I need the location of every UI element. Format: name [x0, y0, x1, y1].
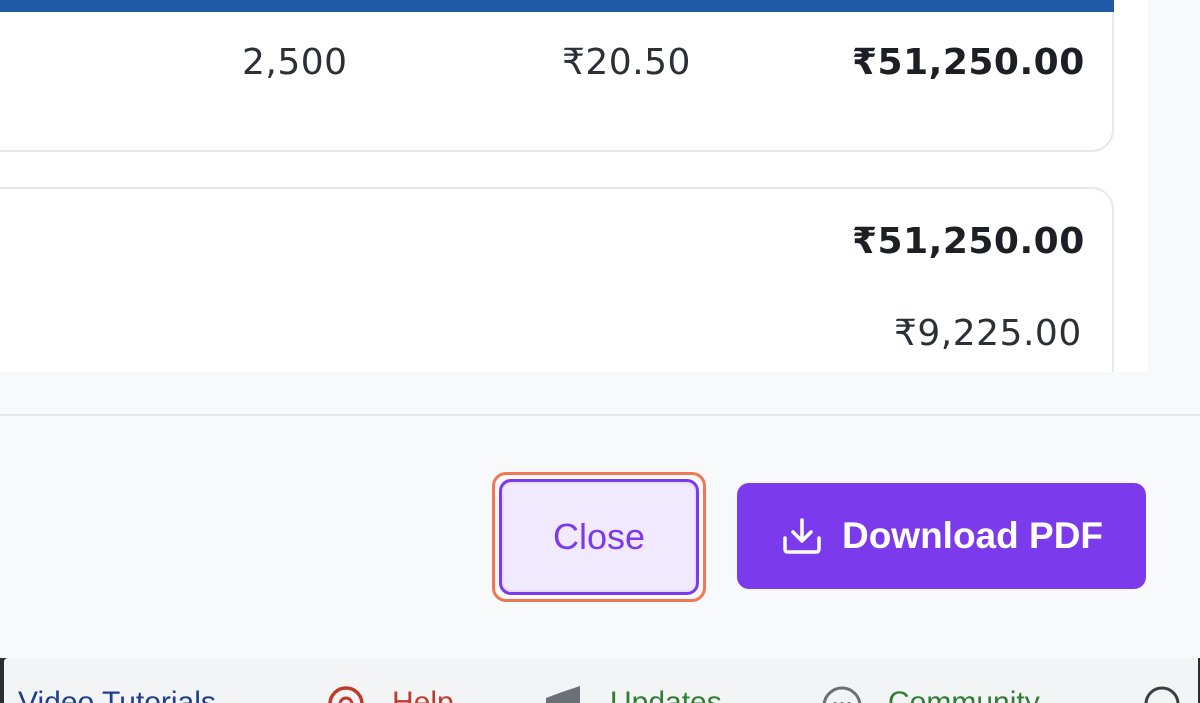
- community-icon: [822, 686, 862, 703]
- help-link[interactable]: Help: [392, 686, 454, 703]
- invoice-preview-scroll-area[interactable]: 2,500 ₹20.50 ₹51,250.00 ₹51,250.00 ₹9,22…: [0, 0, 1148, 372]
- video-tutorials-link[interactable]: Video Tutorials: [18, 686, 216, 703]
- invoice-modal: 2,500 ₹20.50 ₹51,250.00 ₹51,250.00 ₹9,22…: [0, 0, 1200, 703]
- line-item-amount: ₹51,250.00: [852, 42, 1085, 83]
- scrollbar-gutter: [1148, 0, 1200, 415]
- line-item-quantity: 2,500: [242, 42, 348, 83]
- table-header-bar: [0, 0, 1114, 12]
- summary-subtotal: ₹51,250.00: [852, 221, 1085, 262]
- line-item-rate: ₹20.50: [562, 42, 691, 83]
- bottom-help-bar-inner: Video Tutorials Help Updates Community: [4, 658, 1198, 703]
- bottom-help-bar: Video Tutorials Help Updates Community: [0, 658, 1200, 703]
- download-icon: [783, 518, 821, 554]
- close-button-label: Close: [552, 516, 646, 557]
- close-button-focus-ring: Close: [492, 472, 706, 602]
- help-icon: [328, 686, 364, 703]
- megaphone-icon: [546, 686, 580, 703]
- updates-link[interactable]: Updates: [610, 686, 722, 703]
- summary-tax: ₹9,225.00: [894, 313, 1082, 354]
- download-pdf-button[interactable]: Download PDF: [737, 483, 1146, 589]
- community-link[interactable]: Community: [888, 686, 1040, 703]
- close-button[interactable]: Close: [499, 479, 699, 595]
- download-pdf-label: Download PDF: [841, 515, 1104, 556]
- info-icon[interactable]: [1142, 684, 1182, 703]
